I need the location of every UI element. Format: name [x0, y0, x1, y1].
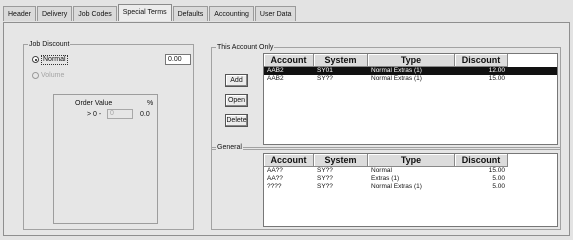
column-account[interactable]: Account: [264, 54, 314, 67]
cell-system: SY01: [317, 67, 333, 74]
general-title: General: [216, 143, 243, 152]
range-percent-value: 0.0: [140, 111, 150, 118]
tab-special-terms[interactable]: Special Terms: [117, 4, 172, 21]
tab-accounting[interactable]: Accounting: [209, 6, 254, 21]
cell-type: Extras (1): [371, 175, 400, 182]
special-terms-panel: Job Discount Normal 0.00 Volume Order Va…: [3, 22, 570, 236]
tab-user-data[interactable]: User Data: [254, 6, 297, 21]
job-discount-group: Job Discount Normal 0.00 Volume Order Va…: [23, 40, 194, 230]
column-discount[interactable]: Discount: [455, 154, 508, 167]
column-type[interactable]: Type: [368, 154, 455, 167]
volume-table-box: Order Value % > 0 - 0 0.0: [53, 94, 158, 224]
account-row-selected[interactable]: AAB2 SY01 Normal Extras (1) 12.00: [264, 67, 557, 75]
cell-account: AAB2: [267, 75, 284, 82]
delete-button[interactable]: Delete: [225, 114, 248, 127]
tab-strip: Header Delivery Job Codes Special Terms …: [3, 4, 297, 22]
general-list-header: Account System Type Discount: [264, 154, 557, 167]
account-list-header: Account System Type Discount: [264, 54, 557, 67]
general-discount-list[interactable]: Account System Type Discount AA?? SY?? N…: [263, 153, 558, 227]
cell-system: SY??: [317, 75, 333, 82]
general-row[interactable]: AA?? SY?? Normal 15.00: [264, 167, 557, 175]
tab-job-codes[interactable]: Job Codes: [73, 6, 117, 21]
job-discount-title: Job Discount: [28, 40, 71, 49]
normal-discount-input[interactable]: 0.00: [165, 54, 191, 65]
account-row[interactable]: AAB2 SY?? Normal Extras (1) 15.00: [264, 75, 557, 83]
this-account-only-title: This Account Only: [216, 43, 275, 52]
tab-header[interactable]: Header: [3, 6, 36, 21]
cell-type: Normal: [371, 167, 392, 174]
cell-account: AA??: [267, 175, 283, 182]
cell-discount: 5.00: [492, 183, 505, 190]
account-discount-list[interactable]: Account System Type Discount AAB2 SY01 N…: [263, 53, 558, 145]
percent-header: %: [147, 100, 154, 107]
normal-radio-label[interactable]: Normal: [41, 55, 68, 65]
column-system[interactable]: System: [314, 54, 368, 67]
volume-radio[interactable]: [32, 72, 39, 79]
range-value-input[interactable]: 0: [107, 109, 133, 119]
range-prefix: > 0 -: [87, 111, 102, 118]
tab-delivery[interactable]: Delivery: [36, 6, 73, 21]
general-row[interactable]: AA?? SY?? Extras (1) 5.00: [264, 175, 557, 183]
general-row[interactable]: ???? SY?? Normal Extras (1) 5.00: [264, 183, 557, 191]
general-group: General Account System Type Discount AA?…: [211, 143, 561, 230]
cell-system: SY??: [317, 183, 333, 190]
cell-account: AA??: [267, 167, 283, 174]
cell-type: Normal Extras (1): [371, 183, 422, 190]
column-discount[interactable]: Discount: [455, 54, 508, 67]
normal-radio[interactable]: [32, 56, 39, 63]
add-button[interactable]: Add: [225, 74, 248, 87]
tab-defaults[interactable]: Defaults: [172, 6, 209, 21]
cell-account: AAB2: [267, 67, 284, 74]
column-type[interactable]: Type: [368, 54, 455, 67]
column-system[interactable]: System: [314, 154, 368, 167]
cell-discount: 12.00: [488, 67, 505, 74]
order-value-header: Order Value: [75, 100, 113, 107]
cell-system: SY??: [317, 175, 333, 182]
cell-account: ????: [267, 183, 282, 190]
open-button[interactable]: Open: [225, 94, 248, 107]
cell-discount: 15.00: [488, 167, 505, 174]
cell-discount: 5.00: [492, 175, 505, 182]
cell-type: Normal Extras (1): [371, 75, 422, 82]
cell-system: SY??: [317, 167, 333, 174]
this-account-only-group: This Account Only Add Open Delete Accoun…: [211, 43, 561, 150]
cell-type: Normal Extras (1): [371, 67, 422, 74]
column-account[interactable]: Account: [264, 154, 314, 167]
volume-radio-label[interactable]: Volume: [41, 71, 64, 80]
cell-discount: 15.00: [488, 75, 505, 82]
